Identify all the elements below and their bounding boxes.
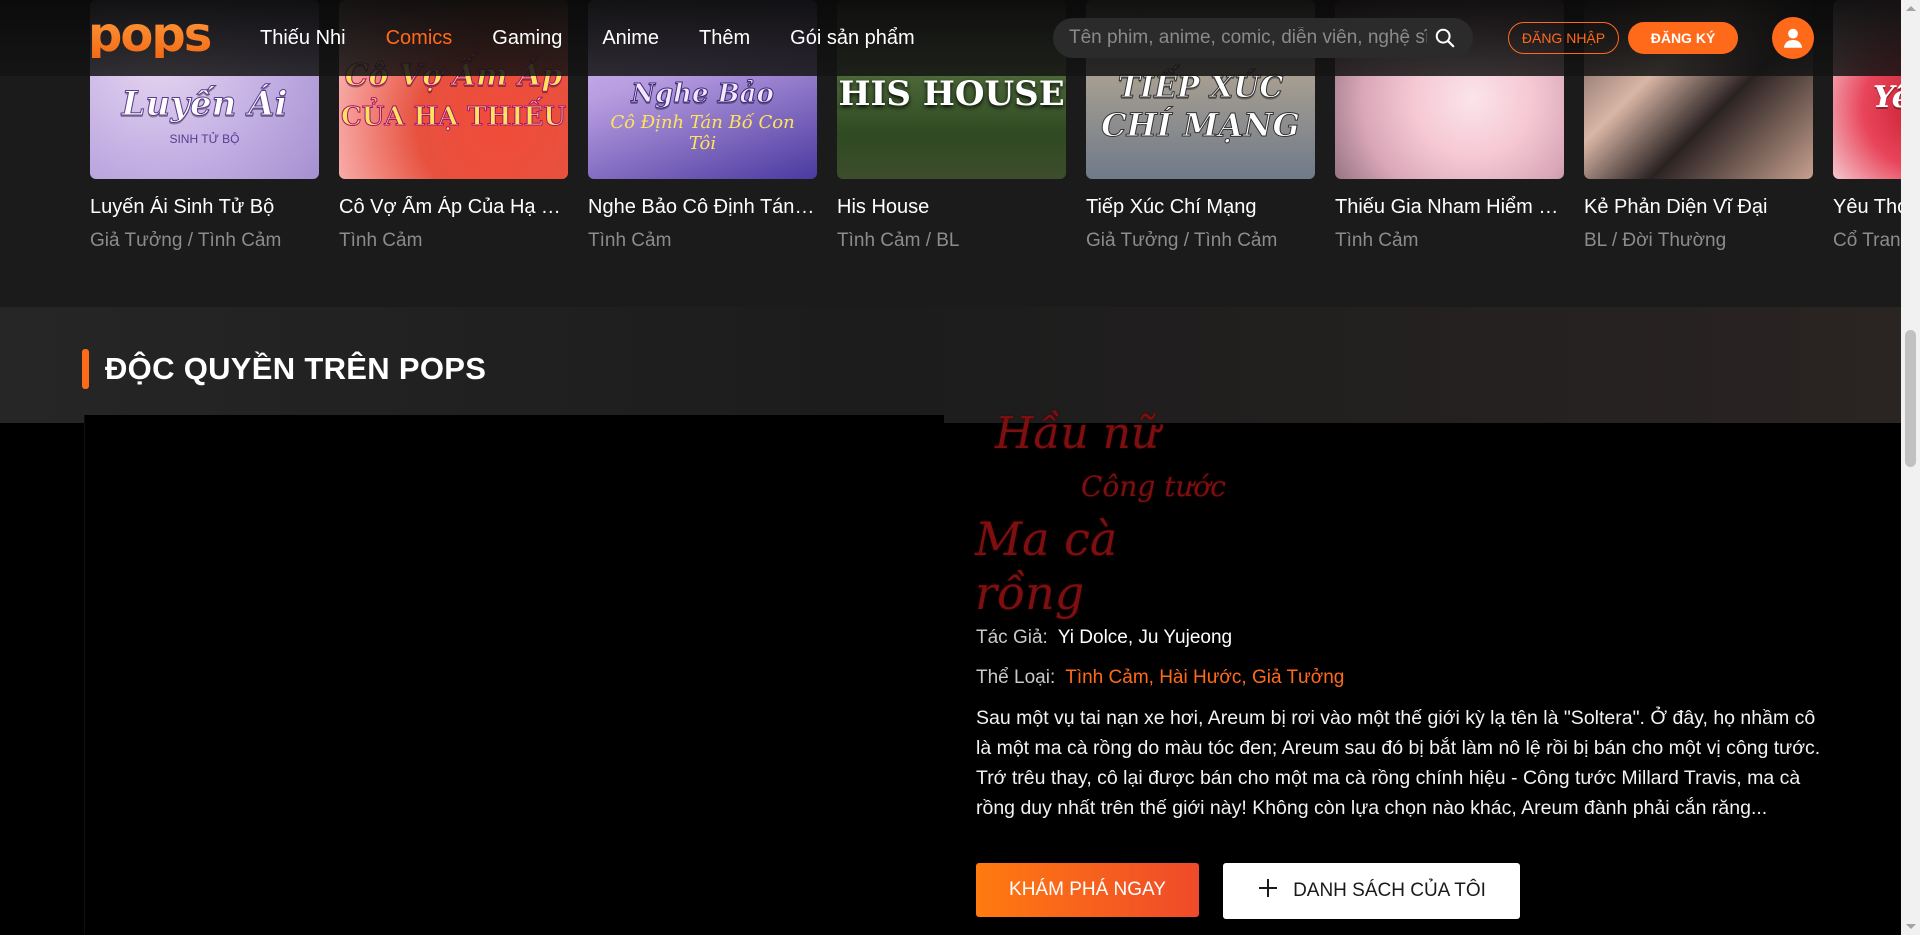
cover-title: Luyến Ái <box>121 84 288 124</box>
cover-subtitle: SINH TỬ BỘ <box>169 132 240 146</box>
nav-item-gaming[interactable]: Gaming <box>492 27 562 50</box>
featured-comic-logo: Hầu nữ Công tước Ma cà rồng <box>975 408 1235 620</box>
cover-subtitle: Cô Định Tán Bố Con Tôi <box>610 112 795 154</box>
genre-row: Thể Loại: Tình Cảm, Hài Hước, Giả Tưởng <box>976 667 1344 689</box>
cover-title: Nghe Bảo <box>631 79 775 110</box>
logo-line: Hầu nữ <box>995 408 1160 459</box>
section-accent-bar <box>82 349 89 389</box>
search-input[interactable] <box>1069 27 1427 49</box>
logo-line: Ma cà rồng <box>975 512 1118 620</box>
genre-label: Thể Loại: <box>976 667 1056 688</box>
scroll-down-icon[interactable] <box>1906 924 1916 929</box>
nav-item-thieu-nhi[interactable]: Thiếu Nhi <box>260 27 346 50</box>
comic-description: Sau một vụ tai nạn xe hơi, Areum bị rơi … <box>976 707 1821 819</box>
search-bar <box>1053 18 1473 58</box>
section-heading: ĐỘC QUYỀN TRÊN POPS <box>82 348 486 390</box>
author-row: Tác Giả: Yi Dolce, Ju Yujeong <box>976 627 1232 649</box>
nav-item-comics[interactable]: Comics <box>386 27 453 50</box>
explore-now-button[interactable]: KHÁM PHÁ NGAY <box>976 863 1199 917</box>
comic-genre: Tình Cảm / BL <box>837 230 960 251</box>
comic-genre: Tình Cảm <box>339 230 423 251</box>
comic-title[interactable]: Thiếu Gia Nham Hiểm Và Cô Vợ <box>1335 196 1564 219</box>
comic-title[interactable]: Tiếp Xúc Chí Mạng <box>1086 196 1315 219</box>
comic-genre: Tình Cảm <box>588 230 672 251</box>
comic-title[interactable]: Nghe Bảo Cô Định Tán Bố Con Tôi <box>588 196 817 219</box>
comic-title[interactable]: Cô Vợ Ấm Áp Của Hạ Thiếu <box>339 196 568 219</box>
genre-value[interactable]: Tình Cảm, Hài Hước, Giả Tưởng <box>1065 667 1344 689</box>
login-button[interactable]: ĐĂNG NHẬP <box>1508 22 1619 54</box>
nav-item-goi-san-pham[interactable]: Gói sản phẩm <box>790 27 915 50</box>
cover-subtitle: CỦA HẠ THIẾU <box>341 102 567 133</box>
cover-title: Yê <box>1873 80 1901 115</box>
cover-subtitle: CHÍ MẠNG <box>1101 106 1301 145</box>
comic-title[interactable]: Yêu Thọ <box>1833 196 1901 219</box>
nav-item-anime[interactable]: Anime <box>602 27 659 50</box>
scroll-up-icon[interactable] <box>1906 6 1916 11</box>
logo-line: Công tước <box>1081 470 1226 503</box>
comic-genre: Giả Tưởng / Tình Cảm <box>1086 230 1278 251</box>
featured-comic-image[interactable] <box>84 415 944 935</box>
search-icon[interactable] <box>1433 26 1457 50</box>
add-to-my-list-button[interactable]: DANH SÁCH CỦA TÔI <box>1223 863 1520 919</box>
user-icon[interactable] <box>1772 17 1814 59</box>
comic-genre: BL / Đời Thường <box>1584 230 1727 251</box>
comic-genre: Giả Tưởng / Tình Cảm <box>90 230 282 251</box>
page-scrollbar[interactable] <box>1901 0 1920 935</box>
main-nav: Thiếu Nhi Comics Gaming Anime Thêm Gói s… <box>260 0 955 76</box>
comic-title[interactable]: Luyến Ái Sinh Tử Bộ <box>90 196 319 219</box>
author-label: Tác Giả: <box>976 627 1048 648</box>
plus-icon <box>1257 877 1279 905</box>
comic-title[interactable]: His House <box>837 196 1066 219</box>
top-navbar: pops Thiếu Nhi Comics Gaming Anime Thêm … <box>0 0 1901 76</box>
section-title: ĐỘC QUYỀN TRÊN POPS <box>105 351 487 386</box>
nav-item-them[interactable]: Thêm <box>699 27 750 50</box>
logo-wordmark: pops <box>88 7 212 63</box>
comic-genre: Cổ Trang <box>1833 230 1901 251</box>
my-list-label: DANH SÁCH CỦA TÔI <box>1293 880 1486 901</box>
scrollbar-thumb[interactable] <box>1905 330 1916 467</box>
comic-genre: Tình Cảm <box>1335 230 1419 251</box>
comic-title[interactable]: Kẻ Phản Diện Vĩ Đại <box>1584 196 1813 219</box>
pops-logo[interactable]: pops <box>88 7 212 63</box>
author-value: Yi Dolce, Ju Yujeong <box>1057 627 1233 648</box>
cover-title: HIS HOUSE <box>838 74 1065 114</box>
register-button[interactable]: ĐĂNG KÝ <box>1628 22 1738 54</box>
